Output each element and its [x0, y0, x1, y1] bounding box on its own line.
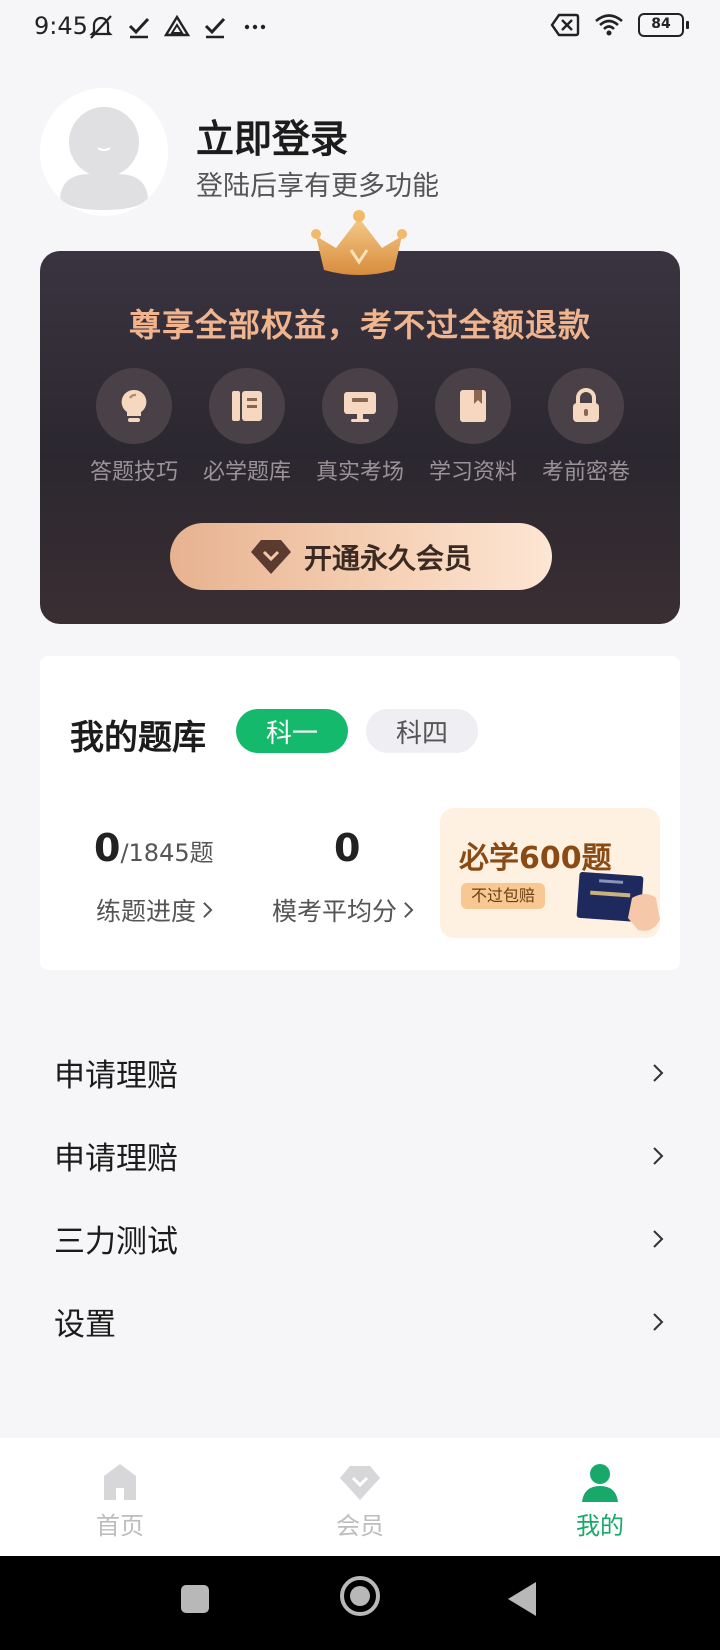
more-icon: [244, 24, 266, 30]
promo-badge: 不过包赔: [461, 883, 546, 909]
benefit-study-materials[interactable]: 学习资料: [425, 368, 521, 486]
license-book-icon: [576, 872, 660, 931]
back-icon[interactable]: [506, 1580, 538, 1618]
chevron-right-icon: [653, 1312, 664, 1331]
diamond-icon: [250, 539, 291, 574]
mock-score-link[interactable]: 模考平均分: [272, 892, 414, 928]
vip-benefits: 答题技巧 必学题库 真实考场 学习资料 考前密卷: [40, 368, 680, 486]
home-icon: [104, 1464, 136, 1500]
progress-label: 练题进度: [96, 897, 197, 926]
check-icon: [204, 17, 226, 39]
wifi-icon: [595, 14, 623, 36]
menu-item-three-ability-test[interactable]: 三力测试: [40, 1197, 680, 1280]
person-icon: [582, 1464, 618, 1502]
mock-score-value: 0: [334, 826, 361, 870]
lock-icon: [573, 388, 599, 422]
benefit-label: 考前密卷: [541, 460, 630, 485]
login-subtitle: 登陆后享有更多功能: [196, 171, 439, 202]
mute-icon: [89, 15, 113, 39]
login-title[interactable]: 立即登录: [196, 108, 348, 163]
avatar[interactable]: [40, 88, 168, 216]
close-box-icon: [550, 13, 580, 37]
progress-value: 0: [94, 826, 121, 870]
default-avatar-icon: [40, 88, 168, 216]
status-icons-left: [88, 14, 270, 40]
menu-item-claim[interactable]: 申请理赔: [40, 1031, 680, 1114]
open-vip-button[interactable]: 开通永久会员: [170, 523, 552, 590]
chevron-right-icon: [404, 902, 414, 918]
question-bank-icon: [232, 391, 262, 421]
tab-subject-one[interactable]: 科一: [236, 709, 348, 753]
lightbulb-icon: [121, 389, 147, 422]
menu-item-settings[interactable]: 设置: [40, 1280, 680, 1363]
menu-label: 申请理赔: [54, 1141, 178, 1177]
status-time: 9:45: [34, 12, 88, 40]
benefit-real-exam[interactable]: 真实考场: [312, 368, 408, 486]
drive-icon: [164, 14, 190, 37]
nav-vip[interactable]: 会员: [300, 1460, 420, 1541]
nav-mine[interactable]: 我的: [540, 1460, 660, 1541]
tab-subject-four[interactable]: 科四: [366, 709, 478, 753]
recents-icon[interactable]: [180, 1584, 210, 1614]
crown-icon: [311, 210, 407, 275]
nav-label: 我的: [576, 1512, 624, 1540]
bank-title: 我的题库: [70, 718, 206, 758]
chevron-right-icon: [653, 1063, 664, 1082]
menu-label: 设置: [54, 1307, 116, 1343]
check-icon: [128, 17, 150, 39]
diamond-icon: [340, 1466, 380, 1500]
benefit-label: 必学题库: [202, 460, 291, 485]
home-circle-icon[interactable]: [339, 1575, 381, 1617]
nav-label: 首页: [96, 1512, 144, 1540]
status-icons-right: 84: [550, 12, 689, 38]
chevron-right-icon: [653, 1229, 664, 1248]
menu-item-claim-2[interactable]: 申请理赔: [40, 1114, 680, 1197]
benefit-answer-tips[interactable]: 答题技巧: [86, 368, 182, 486]
progress-total: /1845题: [120, 839, 214, 867]
progress-link[interactable]: 练题进度: [96, 892, 213, 928]
menu-label: 三力测试: [54, 1224, 178, 1260]
benefit-label: 学习资料: [428, 460, 517, 485]
mock-score-label: 模考平均分: [272, 897, 398, 926]
chevron-right-icon: [203, 902, 213, 918]
nav-home[interactable]: 首页: [60, 1460, 180, 1541]
chevron-right-icon: [653, 1146, 664, 1165]
battery-icon: 84: [638, 13, 689, 37]
progress-stat: 0/1845题: [94, 826, 214, 870]
nav-label: 会员: [336, 1512, 384, 1540]
benefit-label: 答题技巧: [89, 460, 178, 485]
system-nav-bar: [0, 1556, 720, 1650]
menu-label: 申请理赔: [54, 1058, 178, 1094]
benefit-label: 真实考场: [315, 460, 404, 485]
bookmark-book-icon: [460, 390, 486, 422]
benefit-question-bank[interactable]: 必学题库: [199, 368, 295, 486]
benefit-secret-papers[interactable]: 考前密卷: [538, 368, 634, 486]
open-vip-label: 开通永久会员: [303, 541, 472, 575]
exam-monitor-icon: [344, 392, 376, 422]
vip-slogan: 尊享全部权益，考不过全额退款: [128, 306, 591, 344]
